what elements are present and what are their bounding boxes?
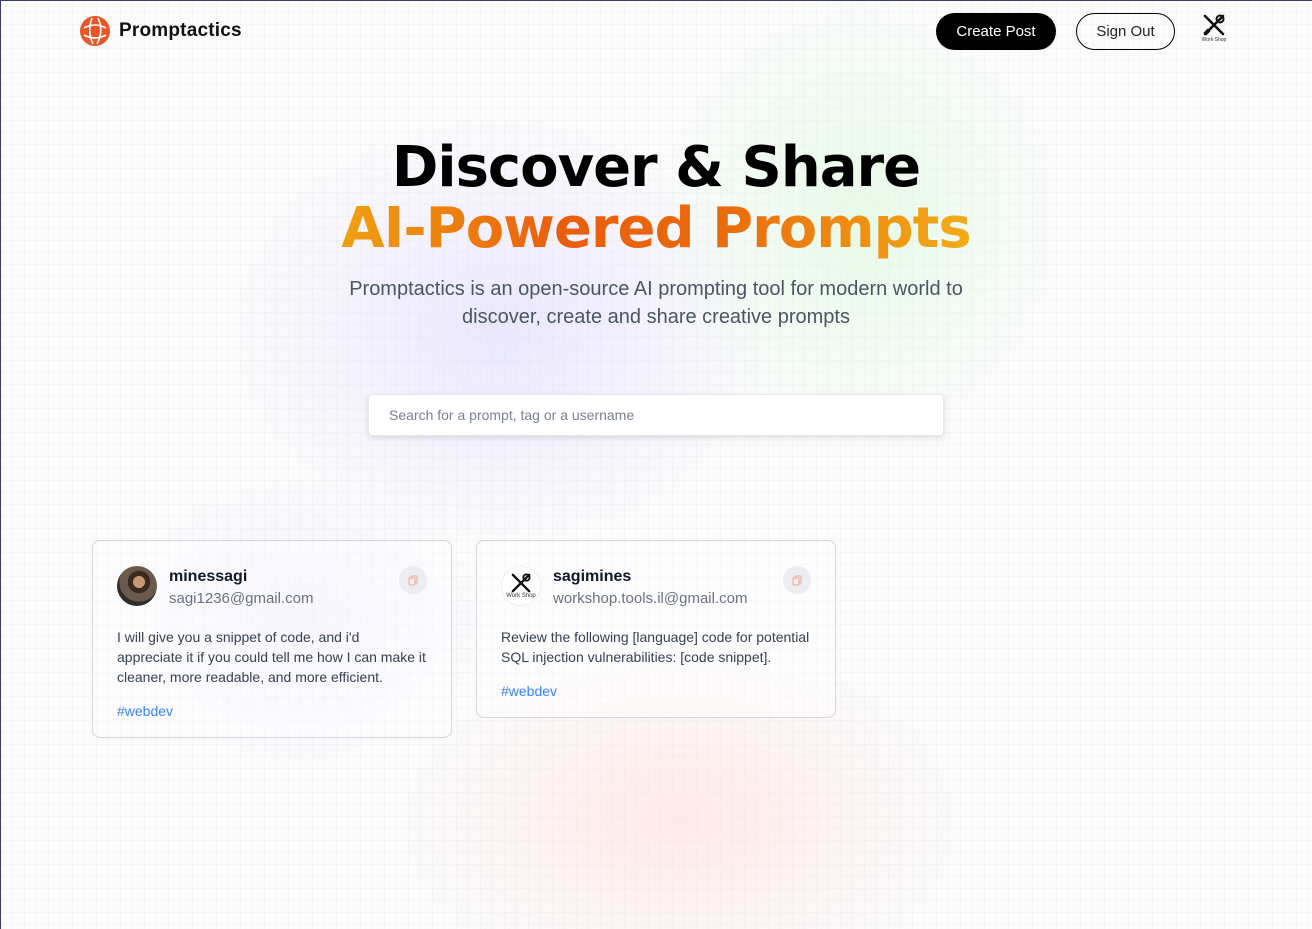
card-header: Work Shop sagimines workshop.tools.il@gm… [501,566,811,611]
brand-link[interactable]: Promptactics [80,16,242,46]
search-input[interactable] [368,394,944,436]
hero-title: Discover & Share [391,135,921,200]
user-info[interactable]: sagimines workshop.tools.il@gmail.com [553,566,771,611]
hero-subtitle-gradient: AI-Powered Prompts [0,198,1312,260]
create-post-button[interactable]: Create Post [936,13,1056,50]
avatar[interactable]: Work Shop [501,566,541,606]
copy-icon [408,575,418,585]
copy-button[interactable] [399,566,427,594]
tools-workshop-icon [511,573,531,593]
page: Promptactics Create Post Sign Out Work S… [0,0,1312,929]
username: minessagi [169,568,248,585]
sign-out-button[interactable]: Sign Out [1076,13,1175,50]
avatar-caption: Work Shop [506,593,536,599]
profile-caption: Work Shop [1201,37,1227,43]
hero-description: Promptactics is an open-source AI prompt… [349,278,963,328]
hero-accent-text: AI-Powered Prompts [341,196,971,261]
prompt-text: Review the following [language] code for… [501,629,810,665]
prompt-text: I will give you a snippet of code, and i… [117,629,426,685]
prompt-card: minessagi sagi1236@gmail.com I will give… [92,540,452,738]
brand-name: Promptactics [119,20,242,41]
tag-link[interactable]: #webdev [117,703,427,719]
profile-avatar[interactable]: Work Shop [1194,14,1234,46]
username: sagimines [553,568,632,585]
tag-link[interactable]: #webdev [501,683,811,699]
avatar[interactable] [117,566,157,606]
tools-workshop-icon [1203,14,1225,36]
prompt-card: Work Shop sagimines workshop.tools.il@gm… [476,540,836,718]
copy-icon [792,575,802,585]
copy-button[interactable] [783,566,811,594]
globe-logo-icon [80,16,110,46]
card-header: minessagi sagi1236@gmail.com [117,566,427,611]
user-email: sagi1236@gmail.com [169,590,314,607]
user-info[interactable]: minessagi sagi1236@gmail.com [169,566,387,611]
user-email: workshop.tools.il@gmail.com [553,590,748,607]
